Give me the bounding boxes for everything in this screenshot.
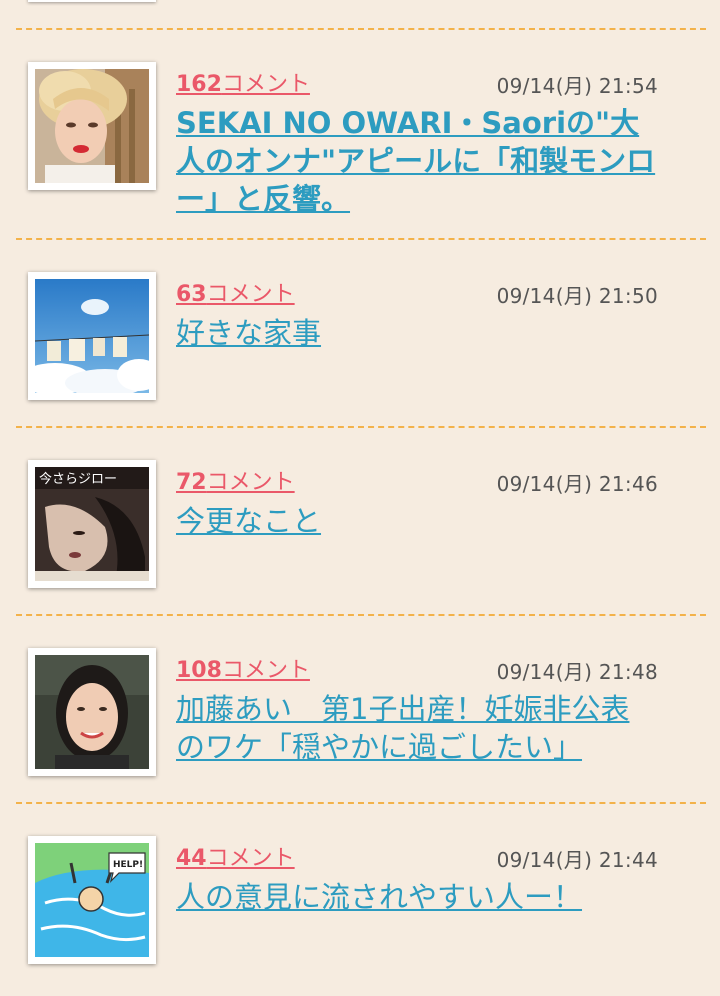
comment-count-link[interactable]: 72コメント — [176, 464, 295, 496]
article-title-link[interactable]: SEKAI NO OWARI・Saoriの"大人のオンナ"アピールに「和製モンロ… — [176, 104, 656, 218]
divider — [16, 28, 706, 30]
article-title-link[interactable]: 人の意見に流されやすい人ー！ — [176, 878, 656, 916]
article-title-link[interactable]: 好きな家事 — [176, 314, 656, 352]
divider — [16, 238, 706, 240]
post-datetime: 09/14(月) 21:48 — [496, 660, 658, 684]
article-list-item[interactable]: 108コメント 09/14(月) 21:48 加藤あい 第1子出産！妊娠非公表の… — [0, 648, 720, 808]
comment-unit: コメント — [206, 470, 295, 495]
comment-unit: コメント — [221, 658, 310, 683]
drowning-help-illustration-thumbnail[interactable]: HELP! — [28, 836, 156, 964]
comment-count: 44 — [176, 846, 207, 871]
woman-smiling-portrait-thumbnail[interactable] — [28, 648, 156, 776]
previous-item-thumbnail-edge — [28, 0, 156, 2]
post-datetime: 09/14(月) 21:50 — [496, 284, 658, 308]
comment-count-link[interactable]: 108コメント — [176, 652, 310, 684]
comment-unit: コメント — [206, 846, 295, 871]
comment-count: 108 — [176, 658, 222, 683]
comment-count: 72 — [176, 470, 207, 495]
article-list-item[interactable]: 162コメント 09/14(月) 21:54 SEKAI NO OWARI・Sa… — [0, 62, 720, 222]
post-datetime: 09/14(月) 21:54 — [496, 74, 658, 98]
comment-count-link[interactable]: 44コメント — [176, 840, 295, 872]
article-list-item[interactable]: 今さらジロー 72コメント 09/14(月) 21:46 今更なこと — [0, 460, 720, 620]
divider — [16, 426, 706, 428]
comment-count: 162 — [176, 72, 222, 97]
woman-blonde-portrait-thumbnail[interactable] — [28, 62, 156, 190]
article-list-item[interactable]: 63コメント 09/14(月) 21:50 好きな家事 — [0, 272, 720, 432]
divider — [16, 802, 706, 804]
comment-count-link[interactable]: 63コメント — [176, 276, 295, 308]
comment-unit: コメント — [221, 72, 310, 97]
record-cover-thumbnail[interactable]: 今さらジロー — [28, 460, 156, 588]
article-title-link[interactable]: 今更なこと — [176, 502, 656, 540]
divider — [16, 614, 706, 616]
comment-count-link[interactable]: 162コメント — [176, 66, 310, 98]
post-datetime: 09/14(月) 21:46 — [496, 472, 658, 496]
article-title-link[interactable]: 加藤あい 第1子出産！妊娠非公表のワケ「穏やかに過ごしたい」 — [176, 690, 656, 766]
article-list-item[interactable]: HELP! 44コメント 09/14(月) 21:44 人の意見に流されやすい人… — [0, 836, 720, 996]
record-title-text: 今さらジロー — [39, 471, 117, 487]
comment-unit: コメント — [206, 282, 295, 307]
help-bubble-text: HELP! — [113, 860, 143, 870]
comment-count: 63 — [176, 282, 207, 307]
laundry-sky-thumbnail[interactable] — [28, 272, 156, 400]
post-datetime: 09/14(月) 21:44 — [496, 848, 658, 872]
